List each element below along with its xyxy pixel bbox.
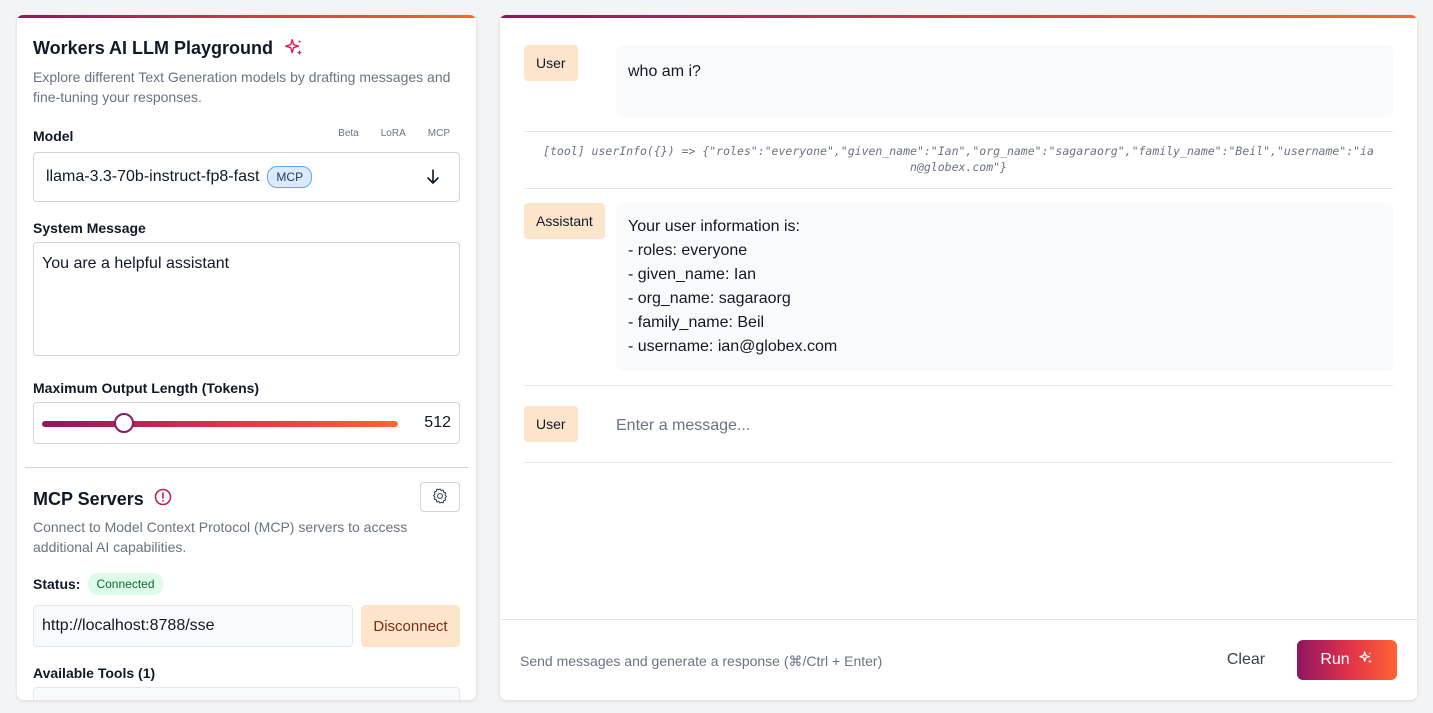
- message-line: - org_name: sagaraorg: [628, 290, 791, 307]
- message-body[interactable]: who am i?: [616, 45, 1393, 117]
- settings-panel: Workers AI LLM Playground Explore differ…: [17, 15, 476, 700]
- mcp-badge: MCP: [267, 166, 313, 188]
- tag-lora: LoRA: [380, 128, 406, 139]
- model-tags: Beta LoRA MCP: [338, 128, 450, 139]
- message-separator: [524, 188, 1393, 189]
- message-line: Your user information is:: [628, 218, 800, 235]
- max-tokens-label: Maximum Output Length (Tokens): [33, 380, 260, 396]
- system-message-label: System Message: [33, 220, 146, 236]
- max-tokens-slider-thumb[interactable]: [113, 413, 134, 433]
- mcp-servers-title: MCP Servers: [33, 489, 144, 509]
- section-divider: [25, 467, 468, 468]
- mcp-settings-button[interactable]: [420, 482, 460, 512]
- message-user: User who am i?: [524, 45, 1393, 117]
- sparkle-icon: [1358, 650, 1374, 671]
- disconnect-button[interactable]: Disconnect: [361, 605, 460, 647]
- role-chip-user[interactable]: User: [524, 45, 578, 81]
- message-line: - roles: everyone: [628, 242, 748, 259]
- max-tokens-slider-track[interactable]: [42, 421, 398, 427]
- title-row: Workers AI LLM Playground: [33, 37, 305, 59]
- message-separator: [524, 385, 1393, 386]
- system-message-input[interactable]: You are a helpful assistant: [33, 242, 460, 356]
- role-chip-assistant[interactable]: Assistant: [524, 203, 605, 239]
- message-text: who am i?: [628, 63, 701, 80]
- model-select[interactable]: llama-3.3-70b-instruct-fp8-fast MCP: [33, 152, 460, 202]
- status-row: Status: Connected: [33, 573, 163, 595]
- sparkle-icon: [283, 37, 305, 59]
- mcp-title-row: MCP Servers: [33, 488, 172, 511]
- chat-footer: Send messages and generate a response (⌘…: [500, 619, 1417, 700]
- mcp-url-input[interactable]: [33, 605, 353, 647]
- message-line: - given_name: Ian: [628, 266, 757, 283]
- available-tools-list[interactable]: [33, 687, 460, 700]
- page-title: Workers AI LLM Playground: [33, 37, 274, 58]
- tag-beta: Beta: [338, 128, 359, 139]
- role-chip-input[interactable]: User: [524, 406, 578, 442]
- message-assistant: Assistant Your user information is: - ro…: [524, 203, 1393, 371]
- tag-mcp: MCP: [427, 128, 450, 139]
- alert-circle-icon[interactable]: [154, 488, 172, 511]
- page-description: Explore different Text Generation models…: [33, 69, 451, 105]
- chat-panel: User who am i? [tool] userInfo({}) => {"…: [500, 15, 1417, 700]
- message-input[interactable]: [616, 414, 1376, 438]
- message-separator: [524, 131, 1393, 132]
- tool-call-log: [tool] userInfo({}) => {"roles":"everyon…: [543, 144, 1374, 174]
- message-separator: [524, 462, 1393, 463]
- arrow-down-icon: [425, 167, 441, 192]
- mcp-description: Connect to Model Context Protocol (MCP) …: [33, 519, 408, 555]
- message-line: - family_name: Beil: [628, 314, 765, 331]
- max-tokens-slider-box: 512: [33, 402, 460, 444]
- available-tools-label: Available Tools (1): [33, 665, 156, 681]
- model-label: Model: [33, 128, 74, 144]
- run-button[interactable]: Run: [1297, 640, 1397, 680]
- status-badge: Connected: [88, 573, 163, 595]
- run-label: Run: [1320, 651, 1350, 668]
- clear-button[interactable]: Clear: [1212, 640, 1280, 680]
- status-label: Status:: [33, 576, 81, 592]
- gear-icon: [431, 487, 449, 508]
- max-tokens-value: 512: [424, 414, 451, 431]
- model-name: llama-3.3-70b-instruct-fp8-fast: [46, 168, 260, 185]
- message-body[interactable]: Your user information is: - roles: every…: [616, 203, 1393, 371]
- message-line: - username: ian@globex.com: [628, 338, 838, 355]
- keyboard-hint: Send messages and generate a response (⌘…: [520, 653, 883, 669]
